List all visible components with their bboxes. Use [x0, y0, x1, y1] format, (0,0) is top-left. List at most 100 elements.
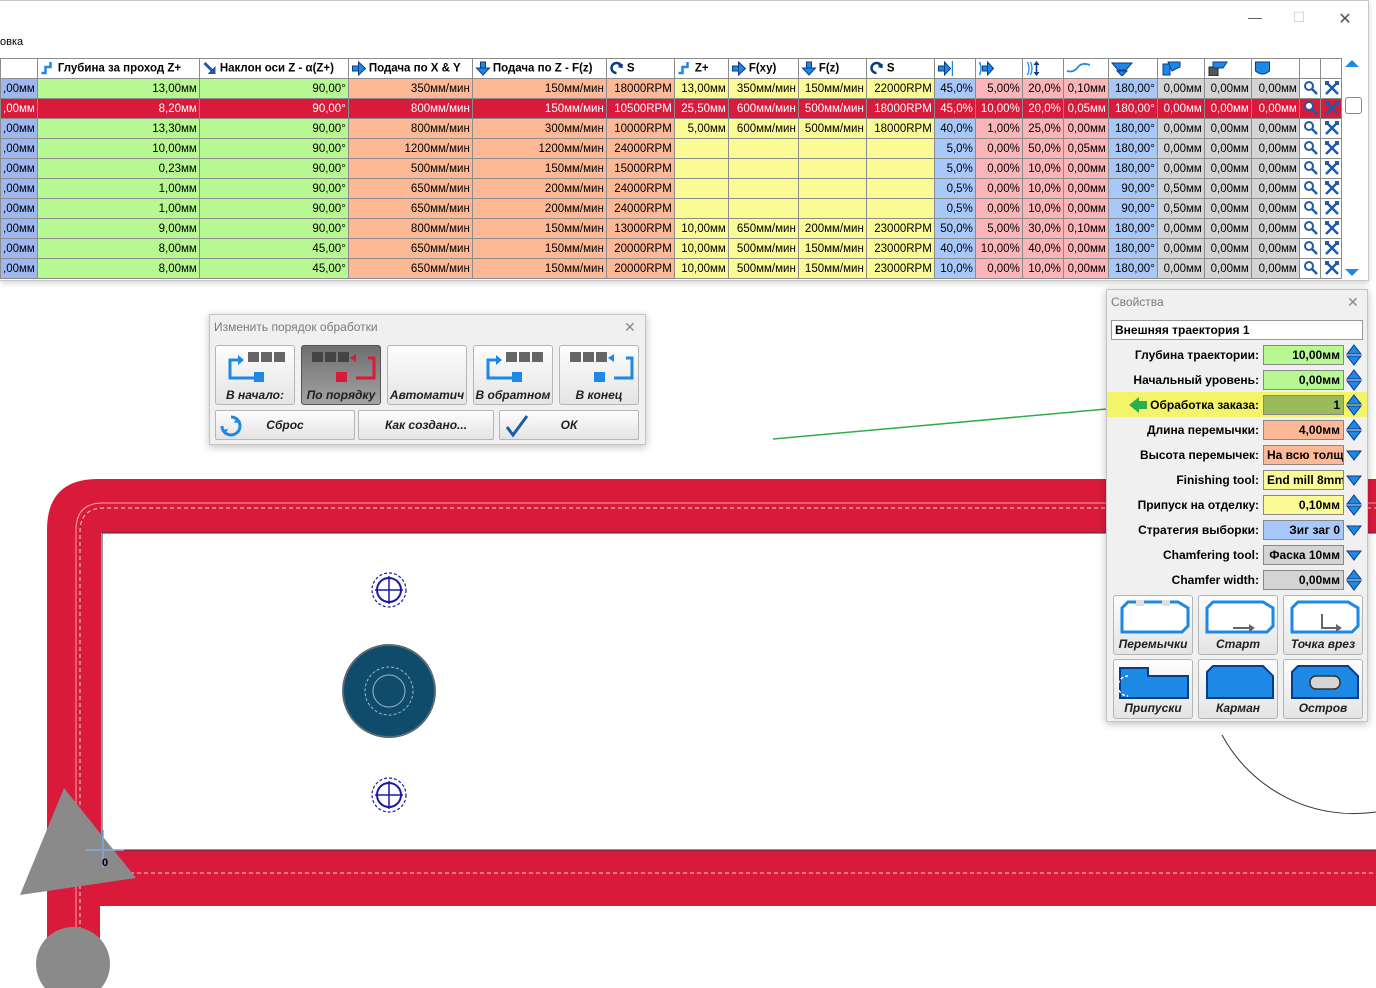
- table-cell[interactable]: 0,00мм: [1250, 198, 1300, 219]
- table-cell[interactable]: 150мм/мин: [471, 98, 607, 119]
- table-cell[interactable]: 10000RPM: [605, 118, 675, 139]
- table-cell[interactable]: 180,00°: [1107, 218, 1158, 239]
- column-header[interactable]: [974, 58, 1023, 79]
- table-cell[interactable]: 25,50мм: [673, 98, 729, 119]
- table-cell[interactable]: ,00мм: [0, 178, 38, 199]
- table-cell[interactable]: 25,0%: [1021, 118, 1064, 139]
- table-cell[interactable]: 650мм/мин: [347, 178, 473, 199]
- table-cell[interactable]: ,00мм: [0, 98, 38, 119]
- table-row[interactable]: ,00мм 1,00мм 90,00° 650мм/мин 200мм/мин 24000…: [0, 198, 1342, 219]
- table-cell[interactable]: 0,00мм: [1156, 258, 1205, 279]
- chevron-down-icon[interactable]: [1346, 444, 1362, 466]
- table-cell[interactable]: 13,00мм: [36, 78, 200, 99]
- property-value[interactable]: 0,00мм: [1263, 370, 1344, 390]
- pocket-button[interactable]: Карман: [1198, 659, 1278, 719]
- table-row[interactable]: ,00мм 8,00мм 45,00° 650мм/мин 150мм/мин 20000…: [0, 238, 1342, 259]
- table-cell[interactable]: 200мм/мин: [471, 178, 607, 199]
- column-header[interactable]: S: [865, 58, 935, 79]
- column-header[interactable]: [1156, 58, 1205, 79]
- table-cell[interactable]: [865, 198, 935, 219]
- table-cell[interactable]: 0,00мм: [1203, 178, 1252, 199]
- property-value[interactable]: На всю толщ: [1263, 445, 1344, 465]
- table-cell[interactable]: 90,00°: [198, 118, 349, 139]
- table-cell[interactable]: ,00мм: [0, 118, 38, 139]
- property-value[interactable]: 10,00мм: [1263, 345, 1344, 365]
- table-cell[interactable]: 40,0%: [933, 118, 976, 139]
- row-tools-button[interactable]: [1319, 258, 1342, 279]
- column-header[interactable]: [1203, 58, 1252, 79]
- spin-arrows-icon[interactable]: [1346, 369, 1362, 391]
- table-cell[interactable]: 0,05мм: [1062, 138, 1109, 159]
- table-cell[interactable]: 0,00мм: [1156, 158, 1205, 179]
- table-cell[interactable]: 24000RPM: [605, 178, 675, 199]
- table-cell[interactable]: 23000RPM: [865, 258, 935, 279]
- table-cell[interactable]: 0,00мм: [1062, 158, 1109, 179]
- table-cell[interactable]: 20000RPM: [605, 238, 675, 259]
- table-cell[interactable]: ,00мм: [0, 238, 38, 259]
- table-cell[interactable]: 90,00°: [198, 178, 349, 199]
- table-cell[interactable]: 90,00°: [198, 78, 349, 99]
- chevron-down-icon[interactable]: [1346, 519, 1362, 541]
- table-cell[interactable]: 10,00мм: [673, 218, 729, 239]
- row-tools-button[interactable]: [1319, 218, 1342, 239]
- table-cell[interactable]: [673, 158, 729, 179]
- table-cell[interactable]: [797, 138, 867, 159]
- column-header[interactable]: [1250, 58, 1300, 79]
- table-cell[interactable]: 350мм/мин: [727, 78, 799, 99]
- table-cell[interactable]: 650мм/мин: [347, 258, 473, 279]
- table-cell[interactable]: [673, 138, 729, 159]
- table-cell[interactable]: 5,0%: [933, 158, 976, 179]
- table-cell[interactable]: 10500RPM: [605, 98, 675, 119]
- table-cell[interactable]: 150мм/мин: [797, 238, 867, 259]
- table-cell[interactable]: 24000RPM: [605, 198, 675, 219]
- table-cell[interactable]: [797, 158, 867, 179]
- column-header[interactable]: Z+: [673, 58, 729, 79]
- as-created-button[interactable]: Как создано...: [358, 410, 494, 440]
- table-cell[interactable]: [673, 198, 729, 219]
- column-header[interactable]: F(xy): [727, 58, 799, 79]
- table-cell[interactable]: 0,00мм: [1156, 138, 1205, 159]
- row-search-button[interactable]: [1298, 138, 1321, 159]
- ok-button[interactable]: ОК: [499, 410, 639, 440]
- table-cell[interactable]: 500мм/мин: [347, 158, 473, 179]
- table-cell[interactable]: [673, 178, 729, 199]
- automatic-button[interactable]: Автоматич: [387, 345, 467, 405]
- spin-arrows-icon[interactable]: [1346, 394, 1362, 416]
- table-cell[interactable]: 90,00°: [1107, 198, 1158, 219]
- to-start-button[interactable]: В начало:: [215, 345, 295, 405]
- table-cell[interactable]: 0,00мм: [1062, 258, 1109, 279]
- row-search-button[interactable]: [1298, 118, 1321, 139]
- table-cell[interactable]: 20,0%: [1021, 78, 1064, 99]
- table-cell[interactable]: 200мм/мин: [797, 218, 867, 239]
- bridges-button[interactable]: Перемычки: [1113, 595, 1193, 655]
- table-cell[interactable]: 13000RPM: [605, 218, 675, 239]
- table-row[interactable]: ,00мм 1,00мм 90,00° 650мм/мин 200мм/мин 24000…: [0, 178, 1342, 199]
- table-row[interactable]: ,00мм 8,20мм 90,00° 800мм/мин 150мм/мин 10500…: [0, 98, 1342, 119]
- table-cell[interactable]: 5,00%: [974, 218, 1023, 239]
- object-name-field[interactable]: Внешняя траектория 1: [1111, 320, 1363, 340]
- table-cell[interactable]: 45,00°: [198, 258, 349, 279]
- table-cell[interactable]: 0,50мм: [1156, 198, 1205, 219]
- close-icon[interactable]: ✕: [1347, 294, 1359, 311]
- table-cell[interactable]: 10,00мм: [673, 238, 729, 259]
- table-cell[interactable]: 10,0%: [1021, 258, 1064, 279]
- table-cell[interactable]: 0,00%: [974, 138, 1023, 159]
- table-cell[interactable]: 8,00мм: [36, 258, 200, 279]
- table-cell[interactable]: 45,00°: [198, 238, 349, 259]
- table-cell[interactable]: 1,00%: [974, 118, 1023, 139]
- table-cell[interactable]: ,00мм: [0, 218, 38, 239]
- table-row[interactable]: ,00мм 10,00мм 90,00° 1200мм/мин 1200мм/мин 24…: [0, 138, 1342, 159]
- table-cell[interactable]: 24000RPM: [605, 138, 675, 159]
- table-cell[interactable]: 800мм/мин: [347, 98, 473, 119]
- table-cell[interactable]: 0,00мм: [1203, 78, 1252, 99]
- table-cell[interactable]: 150мм/мин: [471, 238, 607, 259]
- reset-button[interactable]: Сброс: [215, 410, 355, 440]
- column-header[interactable]: [1021, 58, 1064, 79]
- column-header[interactable]: F(z): [797, 58, 867, 79]
- column-header[interactable]: [1062, 58, 1109, 79]
- table-cell[interactable]: 90,00°: [1107, 178, 1158, 199]
- table-cell[interactable]: 18000RPM: [605, 78, 675, 99]
- table-cell[interactable]: [727, 198, 799, 219]
- table-cell[interactable]: 0,10мм: [1062, 78, 1109, 99]
- table-cell[interactable]: ,00мм: [0, 258, 38, 279]
